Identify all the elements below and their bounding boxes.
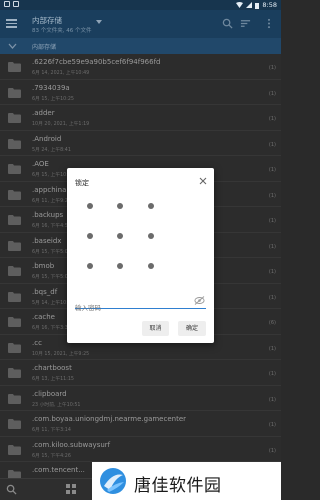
pattern-dot[interactable] (148, 263, 154, 269)
pattern-lock-grid[interactable] (87, 203, 177, 293)
close-icon[interactable] (199, 177, 207, 185)
pattern-dot[interactable] (117, 263, 123, 269)
dialog-title: 锁定 (75, 179, 89, 187)
pattern-dot[interactable] (87, 203, 93, 209)
password-input[interactable] (75, 302, 185, 314)
password-field-wrap (75, 295, 206, 314)
pattern-dot[interactable] (117, 233, 123, 239)
pattern-dot[interactable] (87, 233, 93, 239)
lock-dialog: 锁定 取消 确定 (67, 168, 214, 343)
pattern-dot[interactable] (117, 203, 123, 209)
cancel-button[interactable]: 取消 (142, 321, 169, 336)
ok-button[interactable]: 确定 (178, 321, 206, 336)
pattern-dot[interactable] (148, 233, 154, 239)
pattern-dot[interactable] (148, 203, 154, 209)
pattern-dot[interactable] (87, 263, 93, 269)
visibility-off-icon[interactable] (194, 296, 205, 305)
